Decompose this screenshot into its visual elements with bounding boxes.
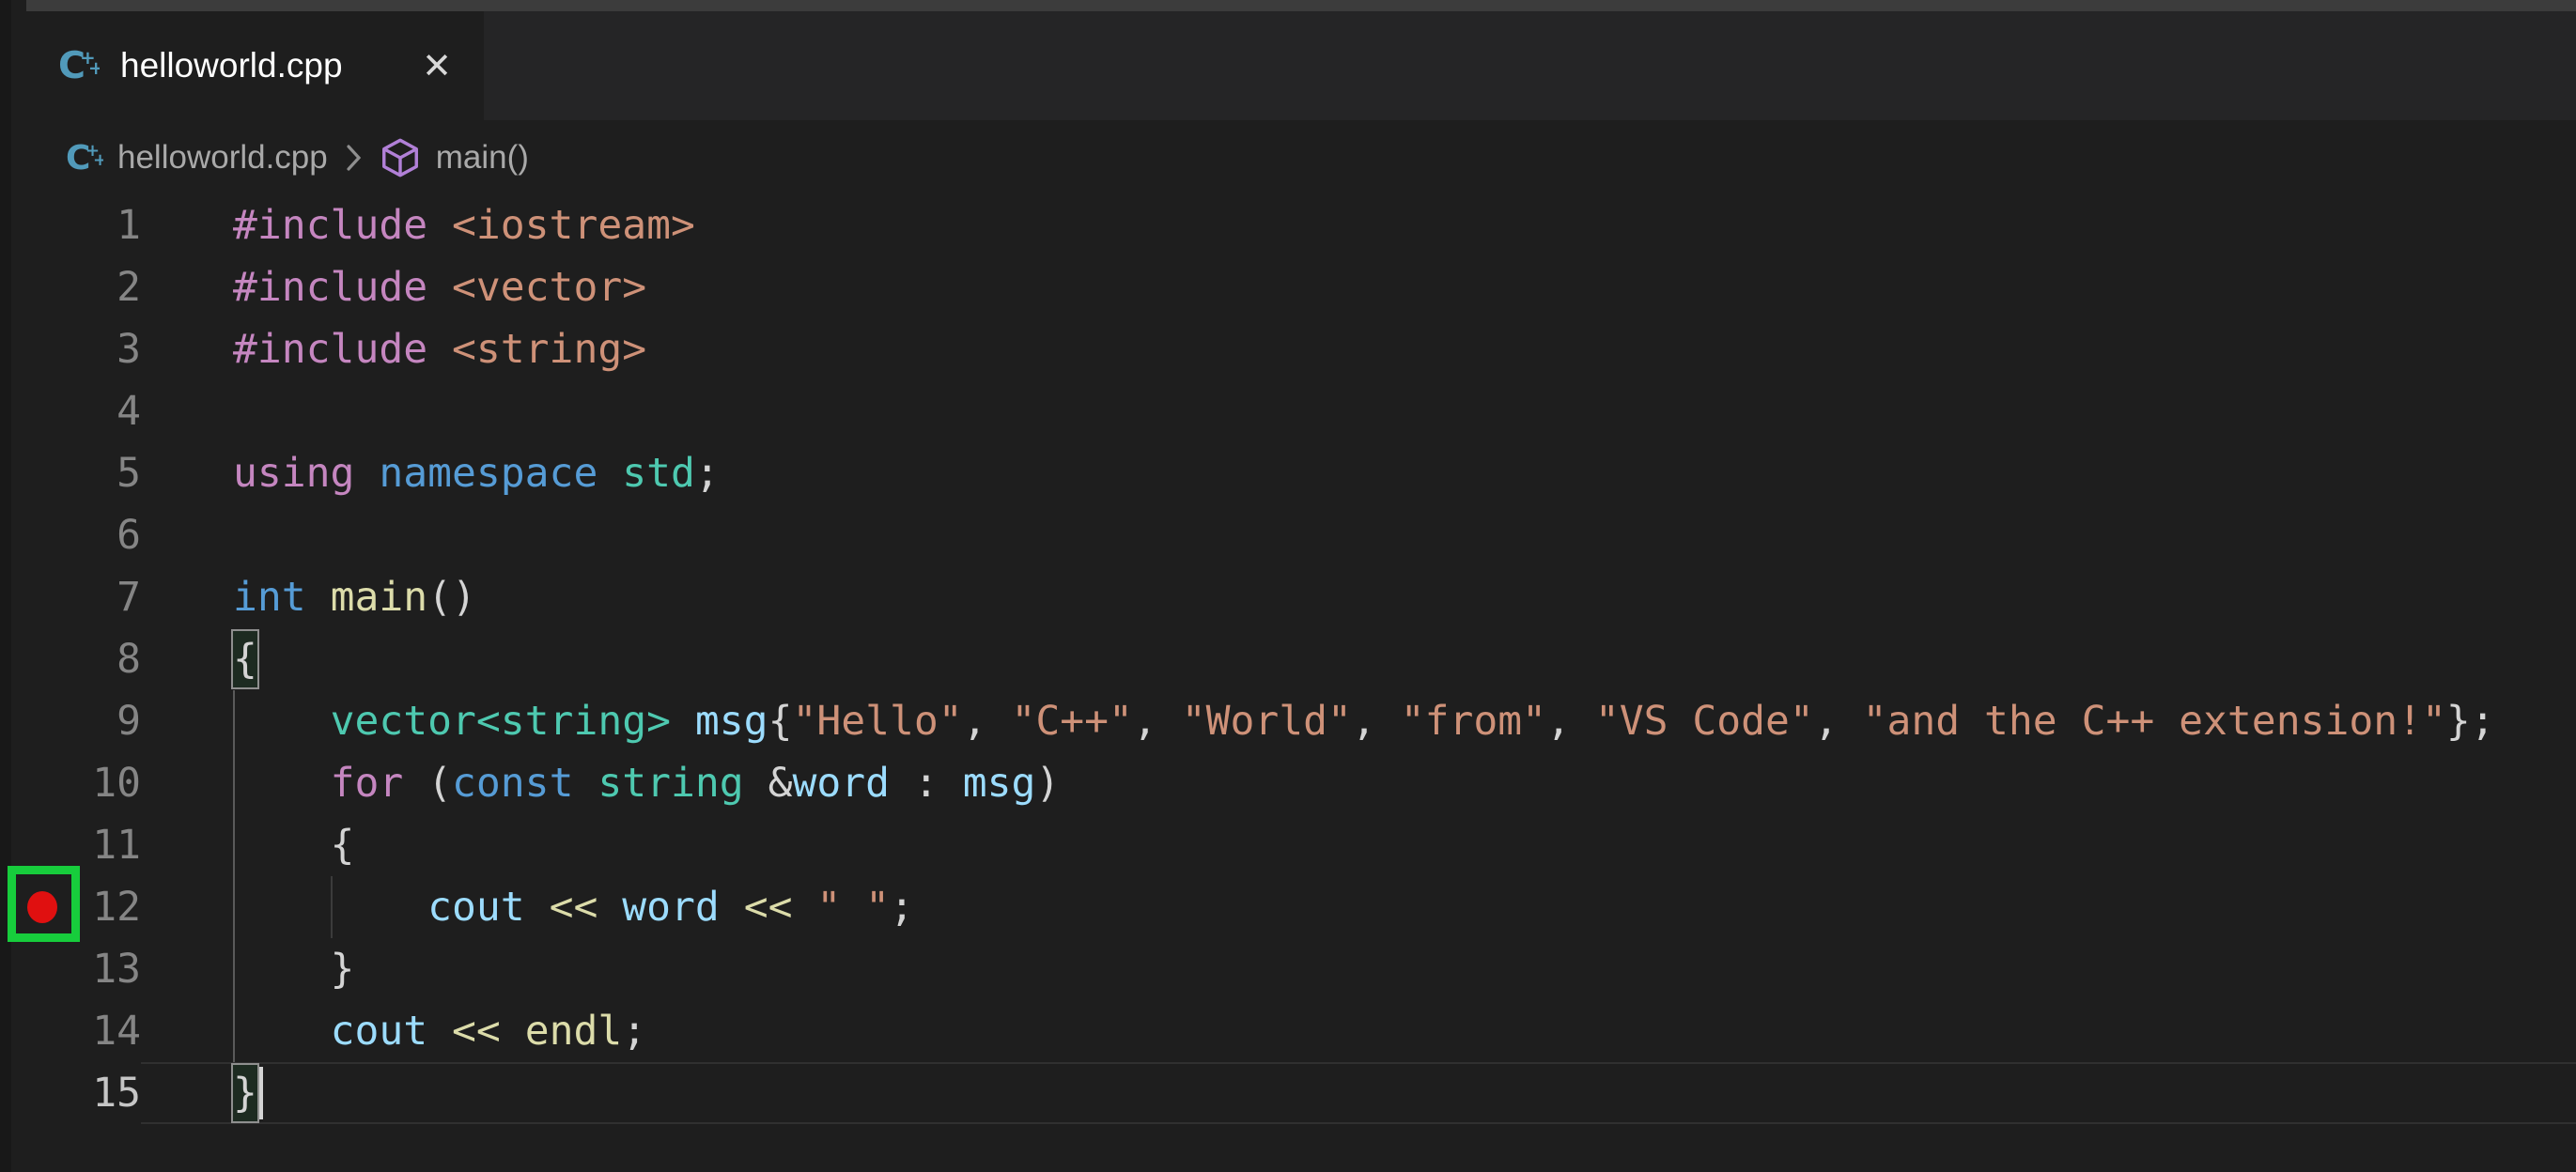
glyph-margin[interactable] — [11, 318, 58, 380]
tab-bar: C + + helloworld.cpp ✕ — [0, 11, 2576, 120]
line-number: 9 — [116, 698, 141, 745]
tab-label: helloworld.cpp — [120, 46, 343, 85]
text-cursor — [258, 1067, 263, 1119]
code-line[interactable]: 12 cout << word << " "; — [8, 866, 2576, 942]
glyph-margin[interactable] — [11, 194, 58, 256]
line-number: 6 — [116, 512, 141, 559]
line-number: 10 — [92, 760, 141, 807]
code-line-text: int main() — [233, 574, 476, 621]
code-line-text: using namespace std; — [233, 450, 720, 497]
line-number: 7 — [116, 574, 141, 621]
svg-text:+: + — [93, 150, 103, 170]
code-line[interactable]: 14 cout << endl; — [11, 1000, 2576, 1062]
close-icon[interactable]: ✕ — [422, 48, 452, 84]
svg-text:+: + — [88, 57, 100, 79]
code-line[interactable]: 13 } — [11, 938, 2576, 1000]
code-line-text: vector<string> msg{"Hello", "C++", "Worl… — [233, 690, 2576, 752]
code-line-text: for (const string &word : msg) — [233, 752, 2576, 814]
titlebar-strip — [26, 0, 2576, 11]
indent-guide — [330, 876, 333, 938]
glyph-margin[interactable] — [11, 1000, 58, 1062]
code-line[interactable]: 15} — [11, 1062, 2576, 1124]
line-number: 13 — [92, 946, 141, 993]
code-line-text: #include <string> — [233, 326, 647, 373]
code-line[interactable]: 2 #include <vector> — [11, 256, 2576, 318]
glyph-margin[interactable] — [11, 1062, 58, 1124]
indent-guide — [233, 814, 235, 876]
indent-guide — [233, 752, 235, 814]
line-number: 1 — [116, 202, 141, 249]
code-line[interactable]: 4 — [11, 380, 2576, 442]
breadcrumb-symbol[interactable]: main() — [436, 139, 529, 177]
line-number: 8 — [116, 636, 141, 683]
line-number: 3 — [116, 326, 141, 373]
line-number: 2 — [116, 264, 141, 311]
code-editor[interactable]: 1 #include <iostream> 2 #include <vector> 3 #… — [0, 194, 2576, 1124]
indent-guide — [233, 876, 235, 938]
code-line-text — [233, 504, 2576, 566]
glyph-margin[interactable] — [11, 628, 58, 690]
glyph-margin[interactable] — [11, 690, 58, 752]
code-line[interactable]: 11 { — [11, 814, 2576, 876]
matched-bracket: } — [231, 1063, 259, 1123]
window-left-border — [0, 0, 11, 1172]
line-number: 5 — [116, 450, 141, 497]
code-line[interactable]: 8{ — [11, 628, 2576, 690]
cpp-file-icon: C + + — [58, 45, 100, 86]
glyph-margin[interactable] — [11, 566, 58, 628]
breadcrumb-file[interactable]: helloworld.cpp — [117, 139, 328, 177]
breakpoint-icon[interactable] — [27, 891, 57, 923]
code-line[interactable]: 6 — [11, 504, 2576, 566]
code-line[interactable]: 5 using namespace std; — [11, 442, 2576, 504]
cpp-file-icon: C + + — [66, 139, 103, 177]
code-line-text: #include <iostream> — [233, 202, 695, 249]
editor-lines: 1 #include <iostream> 2 #include <vector> 3 #… — [8, 194, 2576, 1124]
code-line[interactable]: 1 #include <iostream> — [11, 194, 2576, 256]
glyph-margin[interactable] — [11, 938, 58, 1000]
chevron-right-icon — [342, 139, 365, 177]
symbol-method-icon — [379, 136, 422, 179]
code-line-text: } — [233, 938, 2576, 1000]
glyph-margin[interactable] — [11, 256, 58, 318]
code-line-text: #include <vector> — [233, 264, 647, 311]
indent-guide — [233, 1000, 235, 1062]
code-line-text: } — [231, 1062, 2576, 1124]
indent-guide — [233, 690, 235, 752]
code-line-text: cout << word << " "; — [233, 876, 2576, 938]
glyph-margin[interactable] — [11, 752, 58, 814]
code-line[interactable]: 7 int main() — [11, 566, 2576, 628]
matched-bracket: { — [231, 629, 259, 689]
glyph-margin[interactable] — [11, 380, 58, 442]
glyph-margin[interactable] — [8, 866, 80, 942]
tab-helloworld-cpp[interactable]: C + + helloworld.cpp ✕ — [11, 11, 484, 120]
line-number: 14 — [92, 1008, 141, 1055]
code-line-text — [233, 380, 2576, 442]
line-number: 15 — [92, 1070, 141, 1117]
breadcrumb: C + + helloworld.cpp main() — [0, 120, 2576, 194]
code-line[interactable]: 10 for (const string &word : msg) — [11, 752, 2576, 814]
code-line[interactable]: 3 #include <string> — [11, 318, 2576, 380]
code-line-text: cout << endl; — [233, 1000, 2576, 1062]
code-line[interactable]: 9 vector<string> msg{"Hello", "C++", "Wo… — [11, 690, 2576, 752]
glyph-margin[interactable] — [11, 442, 58, 504]
line-number: 4 — [116, 388, 141, 435]
indent-guide — [233, 938, 235, 1000]
code-line-text: { — [231, 628, 2576, 690]
code-line-text: { — [233, 814, 2576, 876]
glyph-margin[interactable] — [11, 504, 58, 566]
